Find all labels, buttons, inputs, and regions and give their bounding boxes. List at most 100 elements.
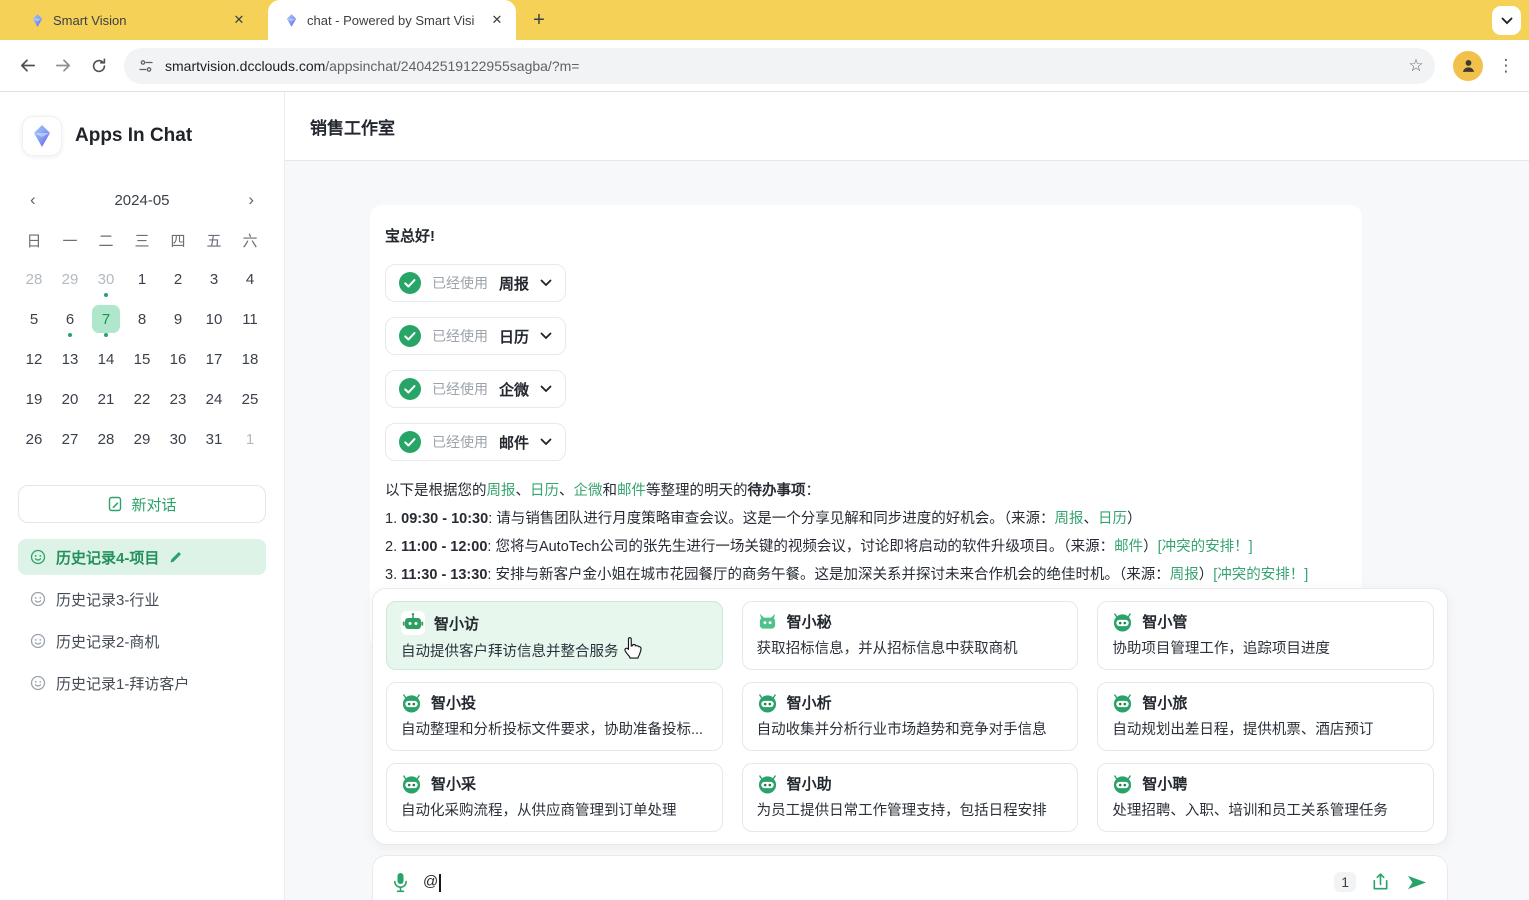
tab-search-button[interactable]: [1492, 6, 1521, 35]
forward-button[interactable]: [46, 49, 80, 83]
calendar-day[interactable]: 16: [160, 339, 196, 379]
calendar-day[interactable]: 29: [52, 259, 88, 299]
calendar-day-number: 21: [92, 385, 120, 413]
edit-pencil-icon[interactable]: [169, 550, 183, 564]
calendar-day[interactable]: 9: [160, 299, 196, 339]
agent-name: 智小聘: [1142, 773, 1187, 794]
tab-close-icon[interactable]: ✕: [230, 11, 248, 29]
calendar-day[interactable]: 18: [232, 339, 268, 379]
calendar-day[interactable]: 23: [160, 379, 196, 419]
history-item[interactable]: 历史记录2-商机: [18, 623, 266, 659]
calendar-prev-button[interactable]: ‹: [26, 190, 40, 210]
calendar-day[interactable]: 20: [52, 379, 88, 419]
calendar-day[interactable]: 17: [196, 339, 232, 379]
calendar-day[interactable]: 10: [196, 299, 232, 339]
source-link[interactable]: 邮件: [1114, 539, 1143, 555]
calendar-day[interactable]: 11: [232, 299, 268, 339]
calendar-day[interactable]: 1: [124, 259, 160, 299]
tab-close-icon[interactable]: ✕: [488, 11, 506, 29]
calendar-day[interactable]: 29: [124, 419, 160, 459]
profile-avatar[interactable]: [1453, 51, 1483, 81]
agent-card[interactable]: 智小采自动化采购流程，从供应商管理到订单处理: [386, 763, 723, 832]
mic-icon[interactable]: [393, 872, 408, 893]
used-tool-pill[interactable]: 已经使用周报: [385, 264, 566, 302]
url-bar[interactable]: smartvision.dcclouds.com/appsinchat/2404…: [124, 48, 1435, 84]
chat-area: 宝总好! 已经使用周报已经使用日历已经使用企微已经使用邮件 以下是根据您的周报、…: [285, 161, 1529, 900]
calendar-day[interactable]: 1: [232, 419, 268, 459]
calendar-day[interactable]: 2: [160, 259, 196, 299]
calendar-day[interactable]: 13: [52, 339, 88, 379]
calendar-day[interactable]: 26: [16, 419, 52, 459]
robot-round-robot-icon: [757, 773, 778, 794]
history-item[interactable]: 历史记录3-行业: [18, 581, 266, 617]
calendar-day[interactable]: 3: [196, 259, 232, 299]
message-count-badge[interactable]: 1: [1334, 872, 1356, 892]
used-tool-pill[interactable]: 已经使用企微: [385, 370, 566, 408]
source-link[interactable]: 周报: [487, 483, 516, 499]
text-segment: 等整理的明天的: [646, 483, 748, 499]
history-item[interactable]: 历史记录1-拜访客户: [18, 665, 266, 701]
calendar-day[interactable]: 7: [88, 299, 124, 339]
calendar-day[interactable]: 15: [124, 339, 160, 379]
weekday-label: 日: [16, 230, 52, 251]
weekday-label: 一: [52, 230, 88, 251]
input-value: @: [423, 873, 438, 890]
agent-card[interactable]: 智小访自动提供客户拜访信息并整合服务: [386, 601, 723, 670]
calendar-day[interactable]: 30: [88, 259, 124, 299]
chevron-down-icon[interactable]: [540, 332, 552, 340]
url-text[interactable]: smartvision.dcclouds.com/appsinchat/2404…: [165, 58, 1401, 74]
calendar-day[interactable]: 19: [16, 379, 52, 419]
calendar-day[interactable]: 28: [88, 419, 124, 459]
agent-card[interactable]: 智小旅自动规划出差日程，提供机票、酒店预订: [1097, 682, 1434, 751]
back-button[interactable]: [10, 49, 44, 83]
reload-button[interactable]: [82, 49, 116, 83]
browser-tab-chat[interactable]: chat - Powered by Smart Visi ✕: [268, 0, 516, 40]
agent-card[interactable]: 智小投自动整理和分析投标文件要求，协助准备投标...: [386, 682, 723, 751]
new-tab-button[interactable]: +: [526, 7, 552, 33]
calendar-day[interactable]: 31: [196, 419, 232, 459]
send-icon[interactable]: [1405, 873, 1429, 892]
calendar-day[interactable]: 8: [124, 299, 160, 339]
agent-card[interactable]: 智小管协助项目管理工作，追踪项目进度: [1097, 601, 1434, 670]
source-link[interactable]: 邮件: [617, 483, 646, 499]
calendar-day[interactable]: 21: [88, 379, 124, 419]
bookmark-star-icon[interactable]: ☆: [1401, 51, 1431, 81]
chevron-down-icon[interactable]: [540, 279, 552, 287]
chevron-down-icon[interactable]: [540, 385, 552, 393]
source-link[interactable]: 企微: [574, 483, 603, 499]
calendar-day[interactable]: 12: [16, 339, 52, 379]
calendar-day[interactable]: 14: [88, 339, 124, 379]
agent-card[interactable]: 智小聘处理招聘、入职、培训和员工关系管理任务: [1097, 763, 1434, 832]
agent-card[interactable]: 智小析自动收集并分析行业市场趋势和竞争对手信息: [742, 682, 1079, 751]
agent-card[interactable]: 智小助为员工提供日常工作管理支持，包括日程安排: [742, 763, 1079, 832]
calendar-day[interactable]: 24: [196, 379, 232, 419]
calendar-next-button[interactable]: ›: [244, 190, 258, 210]
used-tool-pill[interactable]: 已经使用邮件: [385, 423, 566, 461]
calendar-day[interactable]: 22: [124, 379, 160, 419]
calendar-day-number: 13: [56, 345, 84, 373]
browser-menu-kebab-icon[interactable]: ⋮: [1493, 51, 1519, 81]
chat-input-bar[interactable]: @ 1: [372, 855, 1448, 900]
calendar-day[interactable]: 25: [232, 379, 268, 419]
site-info-tune-icon[interactable]: [138, 58, 154, 74]
history-item-label: 历史记录2-商机: [56, 631, 159, 652]
calendar-day[interactable]: 27: [52, 419, 88, 459]
agent-card[interactable]: 智小秘获取招标信息，并从招标信息中获取商机: [742, 601, 1079, 670]
calendar-day[interactable]: 5: [16, 299, 52, 339]
message-input[interactable]: @: [423, 873, 441, 891]
chevron-down-icon[interactable]: [540, 438, 552, 446]
calendar-day[interactable]: 4: [232, 259, 268, 299]
calendar-day[interactable]: 28: [16, 259, 52, 299]
calendar-day-number: 17: [200, 345, 228, 373]
history-item[interactable]: 历史记录4-项目: [18, 539, 266, 575]
new-chat-button[interactable]: 新对话: [18, 485, 266, 523]
source-link[interactable]: 日历: [530, 483, 559, 499]
used-tool-pill[interactable]: 已经使用日历: [385, 317, 566, 355]
share-upload-icon[interactable]: [1371, 872, 1390, 892]
calendar-day[interactable]: 30: [160, 419, 196, 459]
browser-tab-smart-vision[interactable]: Smart Vision ✕: [14, 0, 258, 40]
source-link[interactable]: 日历: [1098, 511, 1127, 527]
source-link[interactable]: 周报: [1055, 511, 1084, 527]
source-link[interactable]: 周报: [1170, 567, 1199, 583]
calendar-day[interactable]: 6: [52, 299, 88, 339]
